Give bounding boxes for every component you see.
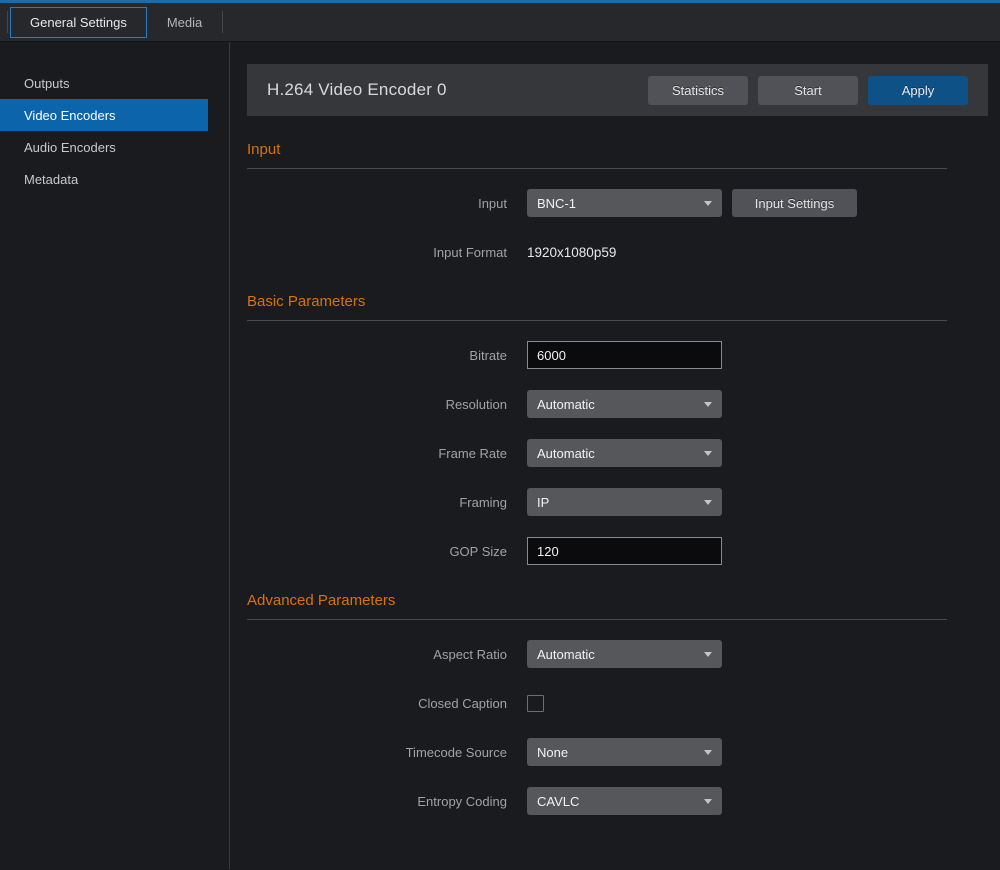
tab-general-settings[interactable]: General Settings <box>10 7 147 38</box>
framing-row: Framing IP <box>247 488 988 516</box>
framing-select[interactable]: IP <box>527 488 722 516</box>
bitrate-row: Bitrate <box>247 341 988 369</box>
field-label: Input Format <box>247 245 527 260</box>
chevron-down-icon <box>704 500 712 505</box>
section-title-advanced-parameters: Advanced Parameters <box>247 592 947 620</box>
section-basic-parameters: Basic Parameters Bitrate Resolution Auto… <box>247 293 988 565</box>
gop-size-input[interactable] <box>527 537 722 565</box>
aspect-ratio-select[interactable]: Automatic <box>527 640 722 668</box>
field-label: Resolution <box>247 397 527 412</box>
frame-rate-select-value: Automatic <box>537 446 595 461</box>
tab-separator <box>7 11 8 33</box>
tab-bar: General Settings Media <box>0 3 1000 42</box>
framing-select-value: IP <box>537 495 549 510</box>
field-label: Framing <box>247 495 527 510</box>
chevron-down-icon <box>704 201 712 206</box>
chevron-down-icon <box>704 799 712 804</box>
field-label: Closed Caption <box>247 696 527 711</box>
resolution-select-value: Automatic <box>537 397 595 412</box>
sidebar-item-metadata[interactable]: Metadata <box>0 163 208 195</box>
sidebar-item-audio-encoders[interactable]: Audio Encoders <box>0 131 208 163</box>
closed-caption-checkbox[interactable] <box>527 695 544 712</box>
field-label: Frame Rate <box>247 446 527 461</box>
input-select-value: BNC-1 <box>537 196 576 211</box>
start-button[interactable]: Start <box>758 76 858 105</box>
sidebar-item-outputs[interactable]: Outputs <box>0 67 208 99</box>
closed-caption-row: Closed Caption <box>247 689 988 717</box>
input-row: Input BNC-1 Input Settings <box>247 189 988 217</box>
field-label: GOP Size <box>247 544 527 559</box>
apply-button[interactable]: Apply <box>868 76 968 105</box>
timecode-source-select-value: None <box>537 745 568 760</box>
entropy-coding-select-value: CAVLC <box>537 794 579 809</box>
entropy-coding-row: Entropy Coding CAVLC <box>247 787 988 815</box>
tab-separator <box>222 11 223 33</box>
field-label: Aspect Ratio <box>247 647 527 662</box>
chevron-down-icon <box>704 402 712 407</box>
sidebar: Outputs Video Encoders Audio Encoders Me… <box>0 42 230 869</box>
frame-rate-row: Frame Rate Automatic <box>247 439 988 467</box>
chevron-down-icon <box>704 652 712 657</box>
section-title-basic-parameters: Basic Parameters <box>247 293 947 321</box>
aspect-ratio-select-value: Automatic <box>537 647 595 662</box>
input-select[interactable]: BNC-1 <box>527 189 722 217</box>
input-format-row: Input Format 1920x1080p59 <box>247 238 988 266</box>
main-panel: H.264 Video Encoder 0 Statistics Start A… <box>230 42 1000 869</box>
chevron-down-icon <box>704 451 712 456</box>
resolution-select[interactable]: Automatic <box>527 390 722 418</box>
encoder-header-bar: H.264 Video Encoder 0 Statistics Start A… <box>247 64 988 116</box>
gop-size-row: GOP Size <box>247 537 988 565</box>
timecode-source-select[interactable]: None <box>527 738 722 766</box>
frame-rate-select[interactable]: Automatic <box>527 439 722 467</box>
field-label: Entropy Coding <box>247 794 527 809</box>
content-area: Outputs Video Encoders Audio Encoders Me… <box>0 42 1000 869</box>
statistics-button[interactable]: Statistics <box>648 76 748 105</box>
bitrate-input[interactable] <box>527 341 722 369</box>
section-title-input: Input <box>247 141 947 169</box>
aspect-ratio-row: Aspect Ratio Automatic <box>247 640 988 668</box>
input-settings-button[interactable]: Input Settings <box>732 189 857 217</box>
page-title: H.264 Video Encoder 0 <box>267 80 638 100</box>
tab-media[interactable]: Media <box>147 7 222 38</box>
resolution-row: Resolution Automatic <box>247 390 988 418</box>
timecode-source-row: Timecode Source None <box>247 738 988 766</box>
entropy-coding-select[interactable]: CAVLC <box>527 787 722 815</box>
section-advanced-parameters: Advanced Parameters Aspect Ratio Automat… <box>247 592 988 815</box>
field-label: Bitrate <box>247 348 527 363</box>
field-label: Input <box>247 196 527 211</box>
field-label: Timecode Source <box>247 745 527 760</box>
section-input: Input Input BNC-1 Input Settings Input F… <box>247 141 988 266</box>
sidebar-item-video-encoders[interactable]: Video Encoders <box>0 99 208 131</box>
chevron-down-icon <box>704 750 712 755</box>
input-format-value: 1920x1080p59 <box>527 245 616 260</box>
